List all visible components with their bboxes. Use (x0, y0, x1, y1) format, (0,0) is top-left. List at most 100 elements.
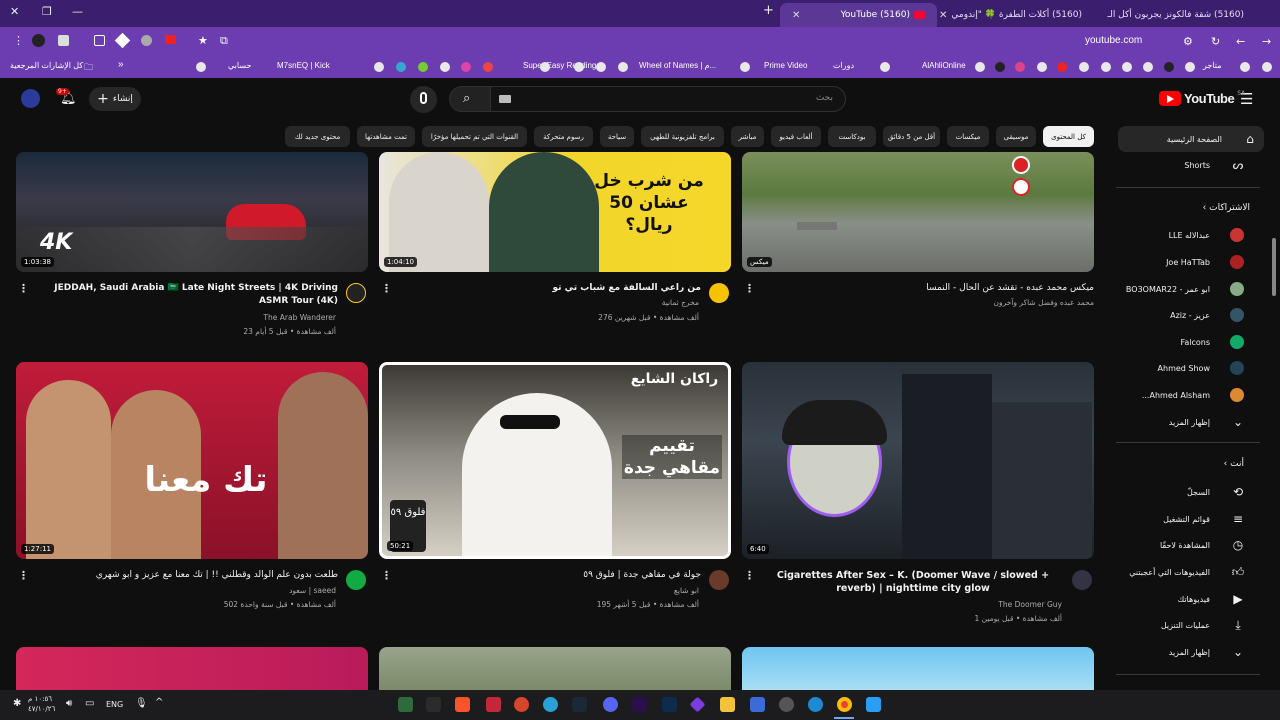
video-thumbnail[interactable]: راكان الشايع تقييم مقاهي جدة فلوق ٥٩ 50:… (379, 362, 731, 559)
sidebar-item-playlists[interactable]: ≡ قوائم التشغيل (1110, 506, 1260, 532)
chip-live[interactable]: مباشر (731, 126, 764, 147)
bookmark-icon[interactable] (1122, 62, 1132, 72)
youtube-logo[interactable]: YouTube SA (1159, 90, 1245, 106)
windows-start-icon[interactable] (866, 697, 881, 712)
chip-tourism[interactable]: سياحة (600, 126, 634, 147)
bookmark-icon[interactable] (596, 62, 606, 72)
bookmark-icon[interactable] (1057, 62, 1067, 72)
share-icon[interactable]: ⧉ (220, 35, 228, 46)
url-field[interactable]: youtube.com (1085, 35, 1142, 46)
tiktok-icon[interactable] (995, 62, 1005, 72)
video-thumbnail[interactable]: 6:40 (742, 362, 1094, 559)
discord-icon[interactable] (603, 697, 618, 712)
reload-icon[interactable]: ↻ (1211, 36, 1220, 47)
bookmark-icon[interactable] (1143, 62, 1153, 72)
bookmark-icon[interactable] (461, 62, 471, 72)
sidebar-sub-4[interactable]: عزيز - Aziz (1110, 302, 1260, 328)
taskbar-app-icon[interactable] (486, 697, 501, 712)
sidebar-sub-2[interactable]: Joe HaTTab (1110, 249, 1260, 275)
chip-cooking-tv[interactable]: برامج تلفزيونية للطهي (641, 126, 724, 147)
voice-search-button[interactable] (410, 86, 437, 113)
channel-name[interactable]: The Doomer Guy (998, 598, 1062, 611)
premiere-icon[interactable] (632, 697, 647, 712)
bookmark-icon[interactable] (740, 62, 750, 72)
back-icon[interactable]: → (1262, 36, 1271, 47)
mic-icon[interactable]: 🎙︎ (135, 698, 148, 709)
telegram-icon[interactable] (543, 697, 558, 712)
video-title[interactable]: جولة في مقاهي جدة | فلوق ٥٩ (395, 569, 701, 582)
bookmark-icon[interactable] (1037, 62, 1047, 72)
close-tab-icon[interactable]: ✕ (792, 10, 800, 21)
close-window-icon[interactable]: ✕ (10, 5, 19, 18)
channel-name[interactable]: The Arab Wanderer (263, 311, 336, 324)
more-options-icon[interactable]: ⋮ (744, 282, 755, 295)
scrollbar[interactable] (1272, 238, 1276, 296)
more-options-icon[interactable]: ⋮ (381, 569, 392, 582)
bookmark-prime-video[interactable]: Prime Video (764, 61, 807, 70)
sidebar-show-more-subs[interactable]: ⌄ إظهار المزيد (1110, 409, 1260, 435)
tab-youtube[interactable]: (5160) YouTube ✕ (780, 3, 937, 27)
bookmark-icon[interactable] (1185, 62, 1195, 72)
bookmark-icon[interactable] (1262, 62, 1272, 72)
more-options-icon[interactable]: ⋮ (744, 569, 755, 582)
bookmark-icon[interactable] (880, 62, 890, 72)
media-control-icon[interactable] (58, 35, 69, 46)
photoshop-icon[interactable] (662, 697, 677, 712)
channel-avatar[interactable] (709, 283, 729, 303)
channel-name[interactable]: سعود | saeed (289, 584, 336, 597)
tab-video-2[interactable]: (5160) أكلات الطفرة 🍀 "إندومي ✕ (940, 3, 1098, 27)
edge-icon[interactable] (808, 697, 823, 712)
chip-watched[interactable]: تمت مشاهدتها (357, 126, 415, 147)
bookmark-icon[interactable] (440, 62, 450, 72)
keyboard-icon[interactable] (499, 95, 511, 103)
video-title[interactable]: من راعي السالفة مع شباب تي تو (395, 282, 701, 295)
bookmark-icon[interactable] (975, 62, 985, 72)
subscriptions-header[interactable]: الاشتراكات › (1203, 203, 1250, 213)
bookmark-icon[interactable] (1240, 62, 1250, 72)
bookmark-icon[interactable] (374, 62, 384, 72)
video-thumbnail[interactable]: من شرب خل عشان 50 ريال؟ 1:04:10 (379, 152, 731, 272)
bookmark-icon[interactable] (1164, 62, 1174, 72)
file-explorer-icon[interactable] (720, 697, 735, 712)
site-settings-icon[interactable]: ⚙ (1183, 36, 1193, 47)
bookmark-account[interactable]: حسابي (228, 61, 251, 70)
chip-new-for-you[interactable]: محتوى جديد لك (285, 126, 350, 147)
video-thumbnail[interactable] (742, 647, 1094, 690)
sidebar-sub-3[interactable]: ابو عمر - BO3OMAR22 (1110, 276, 1260, 302)
video-title[interactable]: Cigarettes After Sex – K. (Doomer Wave /… (760, 569, 1066, 595)
sidebar-item-downloads[interactable]: ⤓ عمليات التنزيل (1110, 612, 1260, 638)
chrome-icon[interactable] (837, 697, 852, 712)
chip-mixes[interactable]: ميكسات (947, 126, 989, 147)
clock-date[interactable]: ٤٧/١٠/٢٦ (28, 705, 55, 713)
avatar[interactable] (21, 89, 40, 108)
chevron-up-icon[interactable]: ^ (155, 697, 163, 708)
sidebar-item-watch-later[interactable]: ◷ المشاهدة لاحقًا (1110, 532, 1260, 558)
restore-window-icon[interactable]: ❐ (42, 5, 52, 18)
clock-time[interactable]: ١٠:٥٦ م (28, 695, 52, 703)
sidebar-item-liked[interactable]: 👍︎ الفيديوهات التي أعجبتني (1110, 559, 1260, 585)
search-input[interactable]: بحث (816, 93, 833, 103)
taskbar-app-icon[interactable] (426, 697, 441, 712)
bookmark-icon[interactable] (483, 62, 493, 72)
sidebar-show-more-you[interactable]: ⌄ إظهار المزيد (1110, 639, 1260, 665)
sidebar-item-shorts[interactable]: ᔕ Shorts (1110, 152, 1260, 178)
video-title[interactable]: JEDDAH, Saudi Arabia 🇸🇦 Late Night Stree… (32, 282, 338, 308)
extension-icon[interactable] (32, 34, 45, 47)
chip-recently-uploaded[interactable]: القنوات التي تم تحميلها مؤخرًا (422, 126, 527, 147)
bookmark-icon[interactable] (540, 62, 550, 72)
extension-2-icon[interactable] (114, 32, 131, 49)
taskbar-app-icon[interactable] (689, 696, 706, 713)
search-box[interactable]: بحث (490, 86, 846, 112)
notification-icon[interactable]: ✱ (13, 698, 21, 709)
channel-name[interactable]: ابو شايع (674, 584, 699, 597)
brave-icon[interactable] (455, 697, 470, 712)
menu-dots-icon[interactable]: ⋮ (13, 35, 24, 46)
steam-icon[interactable] (572, 697, 587, 712)
taskbar-app-icon[interactable] (514, 697, 529, 712)
network-icon[interactable]: ▭ (85, 698, 94, 709)
close-tab-icon[interactable]: ✕ (940, 10, 947, 21)
search-button[interactable]: ⌕ (449, 86, 491, 112)
video-title[interactable]: طلعت بدون علم الوالد وقطلني !! | تك معنا… (32, 569, 338, 582)
extensions-puzzle-icon[interactable] (94, 35, 105, 46)
chip-animation[interactable]: رسوم متحركة (534, 126, 593, 147)
